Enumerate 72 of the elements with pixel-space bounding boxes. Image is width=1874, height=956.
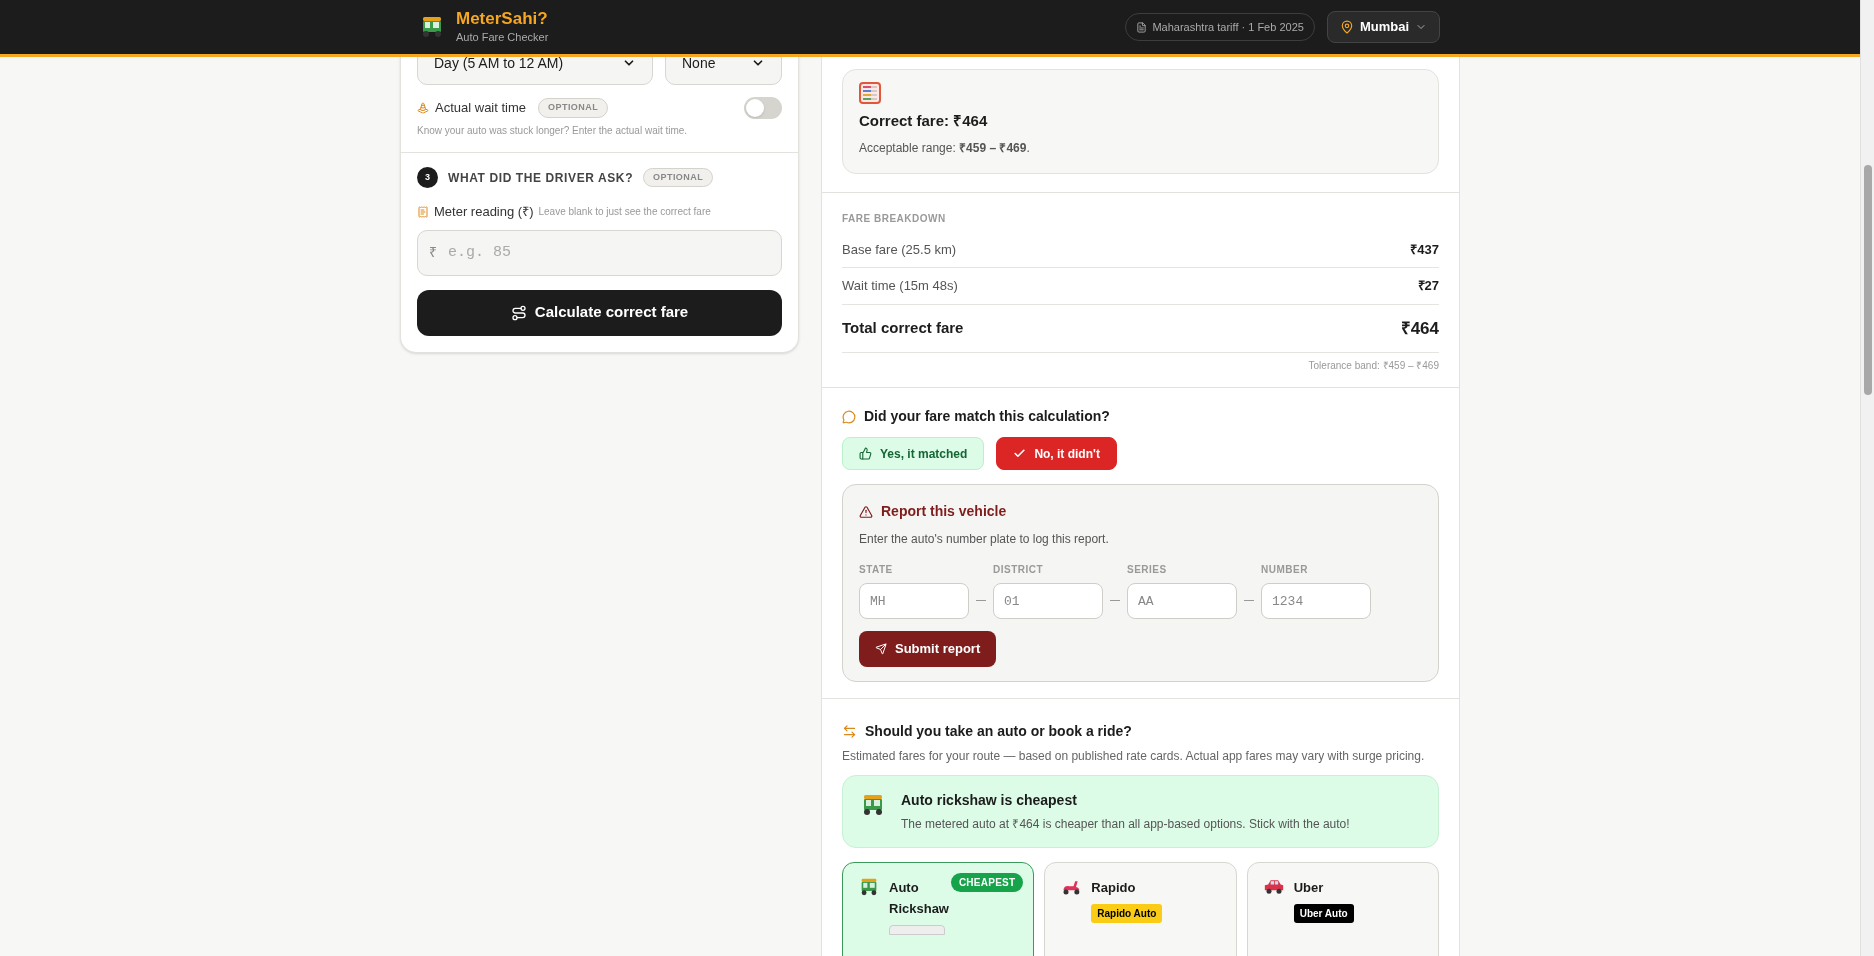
brand-subtitle: Auto Fare Checker	[456, 30, 549, 46]
step-title: WHAT DID THE DRIVER ASK?	[448, 169, 634, 187]
breakdown-amount: ₹27	[1417, 277, 1439, 295]
plate-field-label: DISTRICT	[993, 563, 1045, 577]
check-icon	[1013, 447, 1027, 460]
plate-field[interactable]: MH	[859, 583, 969, 619]
speech-bubble-icon	[842, 409, 856, 424]
abacus-icon	[859, 82, 881, 104]
meter-reading-hint: Leave blank to just see the correct fare	[538, 205, 711, 220]
ride-option-tag: Rapido Auto	[1091, 904, 1163, 923]
optional-badge: OPTIONAL	[643, 167, 714, 188]
wait-time-label: Actual wait time	[435, 99, 527, 118]
banner-title: Auto rickshaw is cheapest	[901, 791, 1078, 810]
scooter-icon	[1061, 878, 1082, 896]
report-title: Report this vehicle	[881, 502, 1007, 521]
city-select[interactable]: Mumbai	[1326, 11, 1440, 43]
ride-option-name: Uber	[1293, 879, 1325, 897]
acceptable-range: Acceptable range: ₹459 – ₹469.	[859, 139, 1031, 157]
plate-field[interactable]: 01	[993, 583, 1103, 619]
feedback-question: Did your fare match this calculation?	[864, 407, 1110, 426]
tariff-text: Maharashtra tariff · 1 Feb 2025	[1152, 19, 1304, 35]
plate-field-label: SERIES	[1127, 563, 1168, 577]
send-icon	[875, 643, 887, 655]
ride-option-name: Rapido	[1091, 879, 1137, 897]
auto-rickshaw-icon	[861, 794, 885, 816]
plate-field-label: NUMBER	[1261, 563, 1309, 577]
traffic-cone-icon	[417, 102, 429, 114]
step-number: 3	[417, 167, 438, 188]
total-amount: ₹464	[1400, 317, 1439, 340]
ride-option-card[interactable]: Rapido Rapido Auto	[1044, 862, 1237, 956]
breakdown-label: Base fare (25.5 km)	[842, 240, 957, 259]
rupee-prefix: ₹	[429, 242, 437, 261]
thumbs-up-icon	[859, 447, 872, 460]
banner-text: The metered auto at ₹464 is cheaper than all app-based options. Stick with the auto!	[901, 816, 1350, 833]
submit-report-button[interactable]: Submit report	[859, 631, 997, 667]
ride-option-tag: Uber Auto	[1293, 904, 1354, 923]
comparison-title: Should you take an auto or book a ride?	[865, 722, 1132, 741]
route-icon	[510, 304, 527, 321]
meter-reading-label: Meter reading (₹)	[434, 203, 534, 221]
cheapest-badge: CHEAPEST	[950, 873, 1024, 892]
total-label: Total correct fare	[842, 318, 964, 338]
plate-field[interactable]: AA	[1127, 583, 1237, 619]
feedback-option[interactable]: No, it didn't	[996, 437, 1117, 470]
swap-arrows-icon	[842, 724, 857, 739]
comparison-description: Estimated fares for your route — based on published rate cards. Actual app fares may vary with surge pricing.	[842, 748, 1426, 765]
breakdown-amount: ₹437	[1410, 240, 1439, 259]
breakdown-heading: FARE BREAKDOWN	[842, 211, 947, 226]
auto-rickshaw-icon	[420, 16, 444, 38]
tolerance-note: Tolerance band: ₹459 – ₹469	[1308, 359, 1439, 373]
warning-icon	[859, 504, 873, 519]
time-select[interactable]: Day (5 AM to 12 AM)	[417, 57, 653, 85]
breakdown-label: Wait time (15m 48s)	[842, 277, 958, 295]
car-icon	[1263, 878, 1284, 896]
correct-fare-title: Correct fare: ₹464	[859, 111, 989, 131]
auto-rickshaw-icon	[859, 878, 879, 896]
document-icon	[1136, 21, 1148, 33]
surcharge-select[interactable]: None	[665, 57, 782, 85]
ride-option-card[interactable]: Auto Rickshaw CHEAPEST	[842, 862, 1035, 956]
ride-option-card[interactable]: Uber Uber Auto	[1246, 862, 1439, 956]
report-description: Enter the auto's number plate to log this report.	[859, 531, 1110, 548]
optional-badge: OPTIONAL	[538, 98, 609, 118]
brand-name: MeterSahi?	[456, 8, 549, 30]
fare-chip	[889, 925, 945, 935]
receipt-icon	[417, 205, 429, 218]
feedback-option[interactable]: Yes, it matched	[842, 437, 985, 470]
calculate-button[interactable]: Calculate correct fare	[417, 289, 782, 336]
plate-field[interactable]: 1234	[1261, 583, 1371, 619]
plate-field-label: STATE	[859, 563, 894, 577]
map-pin-icon	[1339, 20, 1354, 34]
wait-time-hint: Know your auto was stuck longer? Enter the actual wait time.	[417, 124, 689, 138]
wait-time-toggle[interactable]	[744, 97, 782, 119]
scrollbar[interactable]	[1860, 0, 1874, 956]
